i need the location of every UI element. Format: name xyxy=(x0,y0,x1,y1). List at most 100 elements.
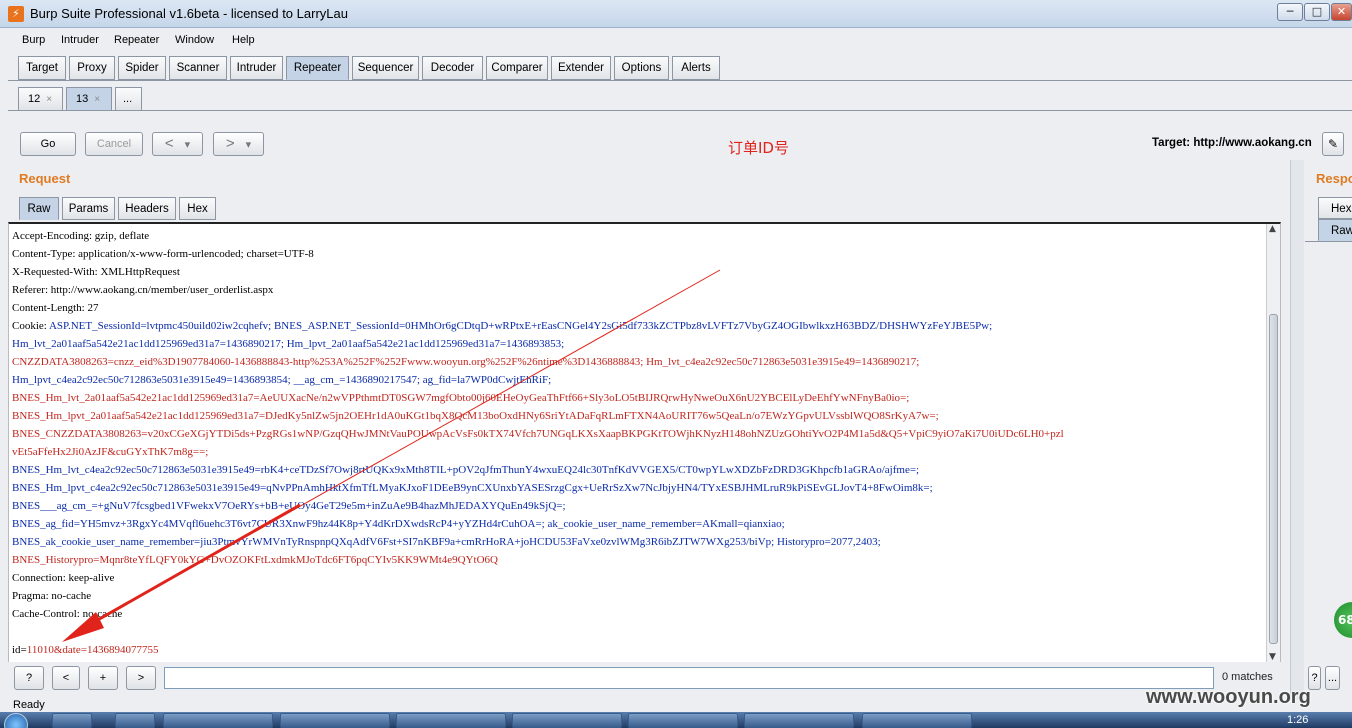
menu-burp[interactable]: Burp xyxy=(22,34,45,46)
request-line-value: BNES___ag_cm_=+gNuV7fcsgbed1VFwekxV7OeRY… xyxy=(12,500,566,512)
repeater-tab-new[interactable]: ... xyxy=(115,87,142,111)
request-line[interactable]: Accept-Encoding: gzip, deflate xyxy=(12,227,1264,245)
request-line[interactable]: BNES_CNZZDATA3808263=v20xCGeXGjYTDi5ds+P… xyxy=(12,425,1264,443)
tab-repeater[interactable]: Repeater xyxy=(286,56,349,80)
request-line[interactable]: BNES_Hm_lvt_c4ea2c92ec50c712863e5031e391… xyxy=(12,461,1264,479)
request-line[interactable]: Hm_lpvt_c4ea2c92ec50c712863e5031e3915e49… xyxy=(12,371,1264,389)
request-tab-params[interactable]: Params xyxy=(62,197,115,220)
forward-button[interactable]: > ▾ xyxy=(213,132,264,156)
request-line[interactable]: Referer: http://www.aokang.cn/member/use… xyxy=(12,281,1264,299)
request-line[interactable]: Content-Length: 27 xyxy=(12,299,1264,317)
match-count: 0 matches xyxy=(1222,671,1273,683)
taskbar-item[interactable] xyxy=(280,713,390,728)
maximize-button[interactable]: □ xyxy=(1304,3,1330,21)
response-tab-raw[interactable]: Raw xyxy=(1318,219,1352,241)
tab-options[interactable]: Options xyxy=(614,56,669,80)
request-tab-raw[interactable]: Raw xyxy=(19,197,59,220)
scroll-up-icon[interactable]: ▲ xyxy=(1269,224,1276,234)
tab-extender[interactable]: Extender xyxy=(551,56,611,80)
request-line-value: keep-alive xyxy=(65,572,115,584)
request-scrollbar[interactable]: ▲ ▼ xyxy=(1266,224,1280,662)
taskbar-item[interactable] xyxy=(396,713,506,728)
request-line[interactable]: Hm_lvt_2a01aaf5a542e21ac1dd125969ed31a7=… xyxy=(12,335,1264,353)
request-line[interactable]: BNES___ag_cm_=+gNuV7fcsgbed1VFwekxV7OeRY… xyxy=(12,497,1264,515)
minimize-button[interactable]: ─ xyxy=(1277,3,1303,21)
taskbar-item[interactable] xyxy=(862,713,972,728)
request-line-key: Pragma: xyxy=(12,590,49,602)
request-line[interactable]: Cache-Control: no-cache xyxy=(12,605,1264,623)
taskbar-item[interactable] xyxy=(512,713,622,728)
start-button[interactable] xyxy=(4,713,28,728)
request-line[interactable]: X-Requested-With: XMLHttpRequest xyxy=(12,263,1264,281)
go-button[interactable]: Go xyxy=(20,132,76,156)
scroll-down-icon[interactable]: ▼ xyxy=(1269,652,1276,662)
request-line[interactable]: Cookie: ASP.NET_SessionId=lvtpmc450uild0… xyxy=(12,317,1264,335)
response-more-button[interactable]: ... xyxy=(1325,666,1340,690)
request-line-value: gzip, deflate xyxy=(92,230,150,242)
search-next-button[interactable]: > xyxy=(126,666,156,690)
request-editor[interactable]: Accept-Encoding: gzip, deflate Content-Ty… xyxy=(8,222,1281,662)
response-divider xyxy=(1305,241,1352,242)
taskbar-item[interactable] xyxy=(744,713,854,728)
close-tab-icon[interactable]: × xyxy=(46,94,52,105)
request-line[interactable]: BNES_Hm_lpvt_2a01aaf5a542e21ac1dd125969e… xyxy=(12,407,1264,425)
request-line[interactable]: Pragma: no-cache xyxy=(12,587,1264,605)
request-line[interactable] xyxy=(12,623,1264,641)
menu-intruder[interactable]: Intruder xyxy=(61,34,99,46)
request-text[interactable]: Accept-Encoding: gzip, deflate Content-Ty… xyxy=(12,227,1264,659)
close-window-button[interactable]: ✕ xyxy=(1331,3,1352,21)
response-tab-hex[interactable]: Hex xyxy=(1318,197,1352,219)
menu-help[interactable]: Help xyxy=(232,34,255,46)
repeater-tab-12[interactable]: 12 × xyxy=(18,87,63,111)
chevron-left-icon: < xyxy=(164,135,174,152)
taskbar-item[interactable] xyxy=(163,713,273,728)
tab-target[interactable]: Target xyxy=(18,56,66,80)
windows-taskbar: 1:26 xyxy=(0,712,1352,728)
request-line[interactable]: Connection: keep-alive xyxy=(12,569,1264,587)
request-line[interactable]: Content-Type: application/x-www-form-url… xyxy=(12,245,1264,263)
repeater-tab-12-label: 12 xyxy=(28,93,41,105)
tab-scanner[interactable]: Scanner xyxy=(169,56,227,80)
request-line[interactable]: BNES_Hm_lvt_2a01aaf5a542e21ac1dd125969ed… xyxy=(12,389,1264,407)
search-add-button[interactable]: + xyxy=(88,666,118,690)
request-tab-hex[interactable]: Hex xyxy=(179,197,216,220)
status-text: Ready xyxy=(13,699,45,711)
request-line[interactable]: BNES_Hm_lpvt_c4ea2c92ec50c712863e5031e39… xyxy=(12,479,1264,497)
request-line[interactable]: CNZZDATA3808263=cnzz_eid%3D1907784060-14… xyxy=(12,353,1264,371)
menu-repeater[interactable]: Repeater xyxy=(114,34,159,46)
request-line[interactable]: id=11010&date=1436894077755 xyxy=(12,641,1264,659)
edit-target-button[interactable]: ✎ xyxy=(1322,132,1344,156)
request-line[interactable]: BNES_Historypro=Mqnr8teYfLQFY0kYG+DvOZOK… xyxy=(12,551,1264,569)
request-line-key: id= xyxy=(12,644,27,656)
tab-comparer[interactable]: Comparer xyxy=(486,56,548,80)
request-line[interactable]: BNES_ag_fid=YH5mvz+3RgxYc4MVqfl6uehc3T6v… xyxy=(12,515,1264,533)
help-button[interactable]: ? xyxy=(14,666,44,690)
close-tab-icon[interactable]: × xyxy=(94,94,100,105)
back-button[interactable]: < ▾ xyxy=(152,132,203,156)
repeater-tab-13[interactable]: 13 × xyxy=(66,87,112,111)
target-url: Target: http://www.aokang.cn xyxy=(1152,137,1312,149)
request-line[interactable]: vEt5aFfeHx2Ji0AzJF&cuGYxThK7m8g==; xyxy=(12,443,1264,461)
tab-alerts[interactable]: Alerts xyxy=(672,56,720,80)
cancel-button[interactable]: Cancel xyxy=(85,132,143,156)
request-line-key: Referer: xyxy=(12,284,49,296)
search-prev-button[interactable]: < xyxy=(52,666,80,690)
taskbar-item[interactable] xyxy=(628,713,738,728)
taskbar-item[interactable] xyxy=(115,713,155,728)
request-tab-headers[interactable]: Headers xyxy=(118,197,176,220)
tab-sequencer[interactable]: Sequencer xyxy=(352,56,419,80)
search-input[interactable] xyxy=(164,667,1214,689)
tab-proxy[interactable]: Proxy xyxy=(69,56,115,80)
tab-decoder[interactable]: Decoder xyxy=(422,56,483,80)
subtab-divider xyxy=(8,110,1352,111)
request-line[interactable]: BNES_ak_cookie_user_name_remember=jiu3Pt… xyxy=(12,533,1264,551)
menu-window[interactable]: Window xyxy=(175,34,214,46)
search-bar: ? < + > 0 matches xyxy=(0,664,1290,694)
tab-intruder[interactable]: Intruder xyxy=(230,56,283,80)
scrollbar-thumb[interactable] xyxy=(1269,314,1278,644)
split-pane-divider[interactable] xyxy=(1290,160,1304,700)
request-line-key: Cookie: xyxy=(12,320,49,332)
taskbar-item[interactable] xyxy=(52,713,92,728)
tab-spider[interactable]: Spider xyxy=(118,56,166,80)
request-line-value: BNES_Hm_lpvt_2a01aaf5a542e21ac1dd125969e… xyxy=(12,410,939,422)
